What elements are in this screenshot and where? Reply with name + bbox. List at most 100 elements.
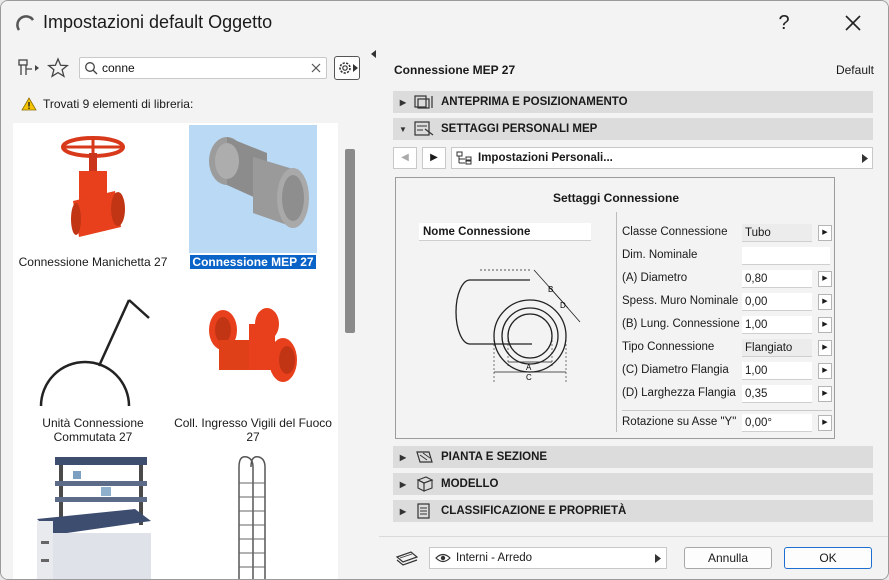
close-icon[interactable]: [837, 7, 869, 39]
section-preview[interactable]: ▶ ANTEPRIMA E POSIZIONAMENTO: [393, 91, 873, 113]
param-value-type[interactable]: Flangiato: [742, 339, 812, 357]
warning-icon: [21, 97, 37, 111]
library-item-label: Unità Connessione Commutata 27: [42, 416, 144, 444]
gear-icon: [339, 62, 351, 74]
eye-icon: [435, 553, 451, 563]
model-cube-icon: [416, 476, 434, 492]
param-value-length[interactable]: 1,00: [742, 316, 812, 334]
param-value-rotation[interactable]: 0,00°: [742, 414, 812, 432]
ok-button[interactable]: OK: [784, 547, 872, 569]
settings-panel: Connessione MEP 27 Default ▶ ANTEPRIMA E…: [379, 45, 888, 579]
library-tree-icon[interactable]: [17, 58, 41, 78]
title-bar: Impostazioni default Oggetto ?: [1, 1, 888, 45]
param-value-diameter[interactable]: 0,80: [742, 270, 812, 288]
classification-icon: [417, 503, 430, 519]
archicad-app-icon: [16, 15, 35, 31]
section-model[interactable]: ▶ MODELLO: [393, 473, 873, 495]
custom-settings-icon: [414, 121, 434, 136]
custom-settings-nav: ◀ ▶ Impostazioni Personali...: [393, 147, 873, 169]
param-label: Spess. Muro Nominale: [622, 295, 739, 307]
default-label: Default: [835, 63, 874, 77]
search-box[interactable]: [79, 57, 327, 79]
search-input[interactable]: [100, 60, 300, 76]
connection-diagram: A C B D: [455, 269, 581, 382]
help-button[interactable]: ?: [769, 7, 799, 39]
section-plan-label: PIANTA E SEZIONE: [441, 451, 548, 463]
favorites-star-icon[interactable]: [47, 57, 69, 79]
param-label: Dim. Nominale: [622, 249, 698, 261]
fire-inlet-thumbnail: [209, 308, 297, 382]
param-popup-button[interactable]: ▶: [818, 415, 832, 431]
layer-selector-label: Interni - Arredo: [456, 552, 533, 564]
connection-settings-title: Settaggi Connessione: [552, 191, 680, 205]
switched-connection-thumbnail: [39, 299, 150, 407]
plan-section-icon: [416, 451, 433, 463]
section-classification-label: CLASSIFICAZIONE E PROPRIETÀ: [441, 505, 627, 517]
section-custom-label: SETTAGGI PERSONALI MEP: [441, 123, 598, 135]
section-plan[interactable]: ▶ PIANTA E SEZIONE: [393, 446, 873, 468]
library-item[interactable]: [173, 451, 333, 579]
param-popup-button[interactable]: ▶: [818, 340, 832, 356]
lab-bench-thumbnail: [37, 457, 151, 579]
library-item[interactable]: Coll. Ingresso Vigili del Fuoco 27: [173, 288, 333, 448]
param-popup-button[interactable]: ▶: [818, 294, 832, 310]
section-model-label: MODELLO: [441, 478, 499, 490]
chevron-right-icon: [862, 154, 868, 163]
mep-connection-thumbnail: [209, 137, 309, 228]
library-scrollbar-thumb[interactable]: [345, 149, 355, 333]
param-popup-button[interactable]: ▶: [818, 363, 832, 379]
window-title: Impostazioni default Oggetto: [43, 12, 273, 32]
param-value-nominal[interactable]: [742, 247, 830, 265]
layer-icon: [395, 551, 419, 566]
collapse-panel-icon[interactable]: [370, 49, 378, 59]
cancel-button[interactable]: Annulla: [684, 547, 772, 569]
search-icon: [85, 62, 98, 75]
library-panel: Trovati 9 elementi di libreria: Connessi…: [1, 45, 373, 579]
layer-selector[interactable]: Interni - Arredo: [429, 547, 667, 569]
chevron-right-icon: ▶: [399, 97, 407, 107]
dim-label-c: C: [526, 373, 532, 382]
param-label: Rotazione su Asse "Y": [622, 416, 737, 428]
param-value-wall[interactable]: 0,00: [742, 293, 812, 311]
section-custom-settings[interactable]: ▼ SETTAGGI PERSONALI MEP: [393, 118, 873, 140]
section-classification[interactable]: ▶ CLASSIFICAZIONE E PROPRIETÀ: [393, 500, 873, 522]
ladder-thumbnail: [238, 455, 266, 579]
param-label: (B) Lung. Connessione: [622, 318, 740, 330]
object-name: Connessione MEP 27: [394, 63, 516, 77]
param-label: Tipo Connessione: [622, 341, 715, 353]
library-settings-button[interactable]: [334, 56, 360, 80]
settings-tree-icon: [456, 151, 472, 165]
param-label: (A) Diametro: [622, 272, 688, 284]
library-item[interactable]: Connessione Manichetta 27: [13, 123, 173, 273]
preview-placement-icon: [414, 95, 433, 109]
custom-settings-selector[interactable]: Impostazioni Personali...: [451, 147, 873, 169]
library-item-label: Coll. Ingresso Vigili del Fuoco 27: [174, 416, 332, 444]
connection-name-field[interactable]: Nome Connessione: [419, 223, 591, 241]
param-value-flange-diameter[interactable]: 1,00: [742, 362, 812, 380]
param-value-class[interactable]: Tubo: [742, 224, 812, 242]
library-item-selected[interactable]: Connessione MEP 27: [173, 123, 333, 273]
dim-label-d: D: [560, 301, 566, 310]
chevron-right-icon: ▶: [399, 506, 407, 516]
param-popup-button[interactable]: ▶: [818, 225, 832, 241]
param-popup-button[interactable]: ▶: [818, 317, 832, 333]
library-item[interactable]: Unità Connessione Commutata 27: [13, 288, 173, 448]
param-value-flange-width[interactable]: 0,35: [742, 385, 812, 403]
library-item-label: Connessione Manichetta 27: [18, 255, 168, 269]
chevron-right-icon: [655, 554, 661, 563]
custom-settings-selector-label: Impostazioni Personali...: [478, 152, 613, 164]
search-result-info: Trovati 9 elementi di libreria:: [21, 97, 193, 111]
param-popup-button[interactable]: ▶: [818, 386, 832, 402]
dim-label-a: A: [526, 363, 532, 372]
prev-page-button[interactable]: ◀: [393, 147, 417, 169]
dialog-footer: Interni - Arredo Annulla OK: [379, 536, 888, 579]
section-preview-label: ANTEPRIMA E POSIZIONAMENTO: [441, 96, 628, 108]
chevron-right-icon: ▶: [399, 479, 407, 489]
clear-search-icon[interactable]: [310, 62, 322, 74]
library-item[interactable]: [13, 451, 173, 579]
library-item-label: Connessione MEP 27: [190, 255, 316, 269]
next-page-button[interactable]: ▶: [422, 147, 446, 169]
dim-label-b: B: [548, 285, 553, 294]
param-popup-button[interactable]: ▶: [818, 271, 832, 287]
hose-connection-thumbnail: [61, 136, 125, 237]
